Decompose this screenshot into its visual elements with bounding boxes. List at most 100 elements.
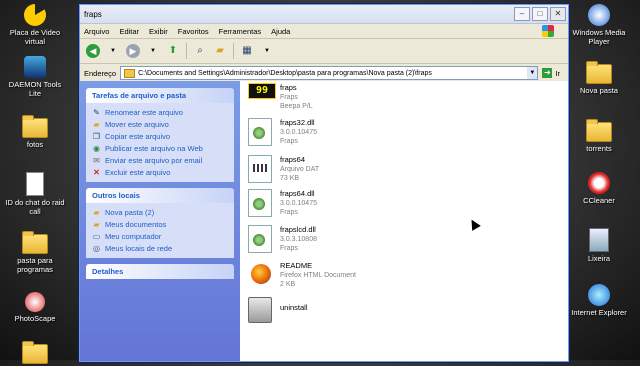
file-name: fraps32.dll: [280, 118, 315, 127]
maximize-button[interactable]: □: [532, 7, 548, 21]
desktop-icon-nova-pasta[interactable]: Nova pasta: [567, 61, 631, 95]
file-item[interactable]: uninstall: [248, 295, 308, 331]
desktop-icon-pasta-para-programas[interactable]: pasta para programas: [3, 231, 67, 274]
desktop-icon-label: pasta para programas: [17, 256, 53, 274]
file-meta: 2 KB: [280, 281, 296, 288]
views-icon[interactable]: ▦: [240, 44, 254, 58]
windows-logo-icon: [542, 25, 554, 37]
dll-icon: [248, 118, 272, 146]
folders-icon[interactable]: ▰: [213, 44, 227, 58]
fraps-exe-icon: 99: [248, 83, 276, 99]
menu-arquivo[interactable]: Arquivo: [84, 27, 109, 36]
computer-icon: ▭: [92, 231, 101, 241]
menu-ferramentas[interactable]: Ferramentas: [219, 27, 262, 36]
task-email[interactable]: ✉ Enviar este arquivo por email: [92, 154, 228, 166]
window-body: Tarefas de arquivo e pasta ✎ Renomear est…: [80, 81, 568, 361]
file-item[interactable]: 99 fraps Fraps Beepa P/L: [248, 83, 313, 119]
toolbar-separator: [233, 43, 234, 59]
desktop-icon-label: CCleaner: [583, 196, 615, 205]
file-list: 99 fraps Fraps Beepa P/L fraps32.dll 3.0…: [240, 81, 568, 361]
media-player-icon: [588, 4, 610, 26]
task-label: Mover este arquivo: [105, 119, 169, 129]
desktop-icon-label: torrents: [586, 144, 612, 153]
task-label: Excluir este arquivo: [105, 167, 171, 177]
desktop-icon-torrents[interactable]: torrents: [567, 119, 631, 153]
task-publish[interactable]: ◉ Publicar este arquivo na Web: [92, 142, 228, 154]
folder-icon: ▰: [93, 207, 100, 217]
minimize-button[interactable]: –: [514, 7, 530, 21]
file-item[interactable]: README Firefox HTML Document 2 KB: [248, 261, 356, 297]
back-dropdown-icon[interactable]: ▼: [106, 44, 120, 58]
views-dropdown-icon[interactable]: ▼: [260, 44, 274, 58]
file-name: README: [280, 261, 313, 270]
task-delete[interactable]: ✕ Excluir este arquivo: [92, 166, 228, 178]
uninstall-icon: [248, 297, 272, 323]
desktop-icon-ccleaner[interactable]: CCleaner: [567, 172, 631, 205]
ccleaner-icon: [588, 172, 610, 194]
task-label: Renomear este arquivo: [105, 107, 183, 117]
title-bar[interactable]: fraps – □ ✕: [80, 5, 568, 24]
forward-dropdown-icon[interactable]: ▼: [146, 44, 160, 58]
details-heading[interactable]: Detalhes: [86, 264, 234, 279]
close-button[interactable]: ✕: [550, 7, 566, 21]
folder-icon: [22, 231, 48, 254]
desktop-icon-id-do-chat[interactable]: ID do chat do raid call: [3, 172, 67, 216]
task-copy[interactable]: ❐ Copiar este arquivo: [92, 130, 228, 142]
globe-icon: ◉: [93, 143, 100, 153]
forward-button[interactable]: ▶: [126, 44, 140, 58]
file-item[interactable]: fraps64.dll 3.0.0.10475 Fraps: [248, 189, 317, 225]
desktop-icon-folder-partial[interactable]: [3, 341, 67, 366]
desktop-icon-placa-de-video[interactable]: Placa de Video virtual: [3, 4, 67, 46]
go-button[interactable]: Ir: [555, 69, 560, 78]
menu-exibir[interactable]: Exibir: [149, 27, 168, 36]
desktop-icon-label: Lixeira: [587, 254, 611, 263]
menu-favoritos[interactable]: Favoritos: [178, 27, 209, 36]
desktop-icon-label: Nova pasta: [580, 86, 618, 95]
address-dropdown-icon[interactable]: ▼: [527, 67, 538, 79]
place-nova-pasta[interactable]: ▰ Nova pasta (2): [92, 206, 228, 218]
menu-editar[interactable]: Editar: [119, 27, 139, 36]
place-meus-documentos[interactable]: ▰ Meus documentos: [92, 218, 228, 230]
file-meta: Beepa P/L: [280, 103, 313, 110]
pacman-icon: [24, 4, 46, 26]
daemon-tools-icon: [24, 56, 46, 78]
desktop-icon-windows-media-player[interactable]: Windows Media Player: [567, 4, 631, 46]
go-arrow-icon[interactable]: ➜: [542, 68, 553, 78]
task-move[interactable]: ▰ Mover este arquivo: [92, 118, 228, 130]
file-tasks-heading[interactable]: Tarefas de arquivo e pasta: [86, 88, 234, 103]
toolbar: ◀ ▼ ▶ ▼ ⬆ ⌕ ▰ ▦ ▼: [80, 39, 568, 64]
file-item[interactable]: fraps32.dll 3.0.0.10475 Fraps: [248, 118, 317, 154]
folder-icon: [22, 341, 48, 364]
file-meta: Fraps: [280, 209, 298, 216]
file-name: frapslcd.dll: [280, 225, 316, 234]
desktop-icon-daemon-tools[interactable]: DAEMON Tools Lite: [3, 56, 67, 98]
desktop-icon-photoscape[interactable]: PhotoScape: [3, 292, 67, 323]
desktop-icon-label: DAEMON Tools Lite: [8, 80, 62, 98]
up-folder-icon[interactable]: ⬆: [166, 44, 180, 58]
place-label: Meus locais de rede: [105, 243, 173, 253]
toolbar-separator: [186, 43, 187, 59]
folder-icon: [124, 68, 136, 78]
task-rename[interactable]: ✎ Renomear este arquivo: [92, 106, 228, 118]
desktop-icon-lixeira[interactable]: Lixeira: [567, 228, 631, 263]
place-label: Meu computador: [105, 231, 162, 241]
file-item[interactable]: frapslcd.dll 3.0.3.10808 Fraps: [248, 225, 317, 261]
file-item[interactable]: fraps64 Arquivo DAT 73 KB: [248, 155, 319, 191]
desktop-icon-label: Internet Explorer: [571, 308, 627, 317]
file-meta: 3.0.0.10475: [280, 129, 317, 136]
desktop-icon-internet-explorer[interactable]: Internet Explorer: [567, 284, 631, 317]
other-places-heading[interactable]: Outros locais: [86, 188, 234, 203]
file-name: fraps: [280, 83, 297, 92]
desktop-icon-fotos[interactable]: fotos: [3, 115, 67, 149]
firefox-document-icon: [251, 264, 271, 284]
place-meu-computador[interactable]: ▭ Meu computador: [92, 230, 228, 242]
rename-icon: ✎: [93, 107, 100, 117]
menu-ajuda[interactable]: Ajuda: [271, 27, 290, 36]
file-name: uninstall: [280, 303, 308, 312]
delete-icon: ✕: [93, 167, 100, 177]
place-meus-locais-de-rede[interactable]: ◎ Meus locais de rede: [92, 242, 228, 254]
address-input[interactable]: C:\Documents and Settings\Administrador\…: [120, 66, 539, 80]
dll-icon: [248, 225, 272, 253]
back-button[interactable]: ◀: [86, 44, 100, 58]
search-icon[interactable]: ⌕: [193, 44, 207, 58]
